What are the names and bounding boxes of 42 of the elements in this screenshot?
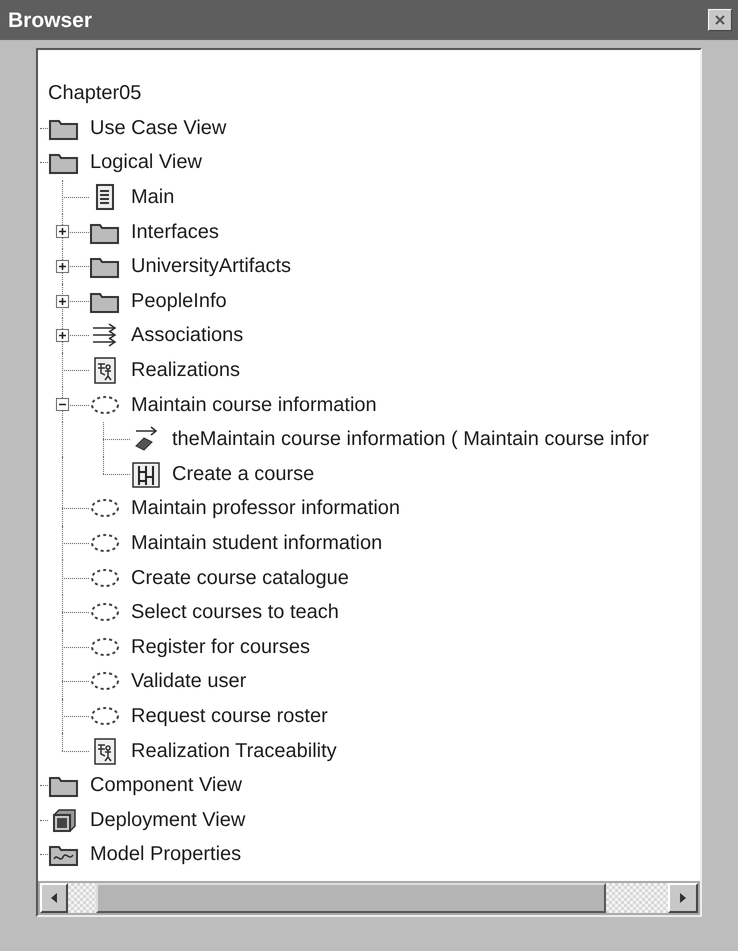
tree-item-label[interactable]: Realization Traceability <box>131 740 337 761</box>
tree-item-label[interactable]: Create a course <box>172 464 314 484</box>
tree-item-label[interactable]: Select courses to teach <box>131 602 339 622</box>
plus-icon <box>58 296 67 306</box>
tree-item-label[interactable]: Use Case View <box>90 118 226 138</box>
tree-item-label[interactable]: Deployment View <box>90 810 246 830</box>
scrollbar-thumb[interactable] <box>96 883 606 913</box>
tree-item-label[interactable]: Model Properties <box>90 844 242 864</box>
close-button[interactable] <box>708 9 732 31</box>
tree-item-label[interactable]: Realizations <box>131 360 240 380</box>
scrollbar-track[interactable] <box>68 883 96 913</box>
tree-item-label[interactable]: Create course catalogue <box>131 568 349 588</box>
tree-item-label[interactable]: UniversityArtifacts <box>131 256 292 276</box>
close-icon <box>714 14 726 26</box>
expand-toggle[interactable] <box>56 225 69 238</box>
collapse-toggle[interactable] <box>56 398 69 412</box>
tree-item-label[interactable]: Maintain course information <box>131 394 377 415</box>
window-title: Browser <box>8 10 92 30</box>
tree-item-label[interactable]: Interfaces <box>131 222 219 242</box>
tree-item-label[interactable]: Request course roster <box>131 706 328 726</box>
tree-item-label[interactable]: Maintain student information <box>131 533 382 554</box>
left-arrow-icon <box>51 893 57 903</box>
horizontal-scrollbar[interactable] <box>38 881 700 915</box>
tree-item-label[interactable]: theMaintain course information ( Maintain course infor <box>172 429 649 450</box>
tree-item-label[interactable]: Associations <box>131 325 244 346</box>
plus-icon <box>58 227 67 236</box>
tree-item-label[interactable]: Maintain professor information <box>131 498 400 518</box>
scroll-right-button[interactable] <box>668 883 698 913</box>
tree-item-label[interactable]: Chapter05 <box>48 83 142 104</box>
expand-toggle[interactable] <box>56 329 69 342</box>
tree-item-label[interactable]: Main <box>131 187 174 208</box>
tree-item-label[interactable]: PeopleInfo <box>131 290 227 311</box>
expand-toggle[interactable] <box>56 294 69 308</box>
tree-item-label[interactable]: Validate user <box>131 671 246 692</box>
right-arrow-icon <box>680 893 686 903</box>
plus-icon <box>58 331 67 340</box>
expand-toggle[interactable] <box>56 260 69 273</box>
plus-icon <box>58 262 67 271</box>
tree-item-label[interactable]: Logical View <box>90 152 202 172</box>
scroll-left-button[interactable] <box>40 883 68 913</box>
tree-item-label[interactable]: Register for courses <box>131 636 310 657</box>
tree-item-label[interactable]: Component View <box>90 775 242 796</box>
